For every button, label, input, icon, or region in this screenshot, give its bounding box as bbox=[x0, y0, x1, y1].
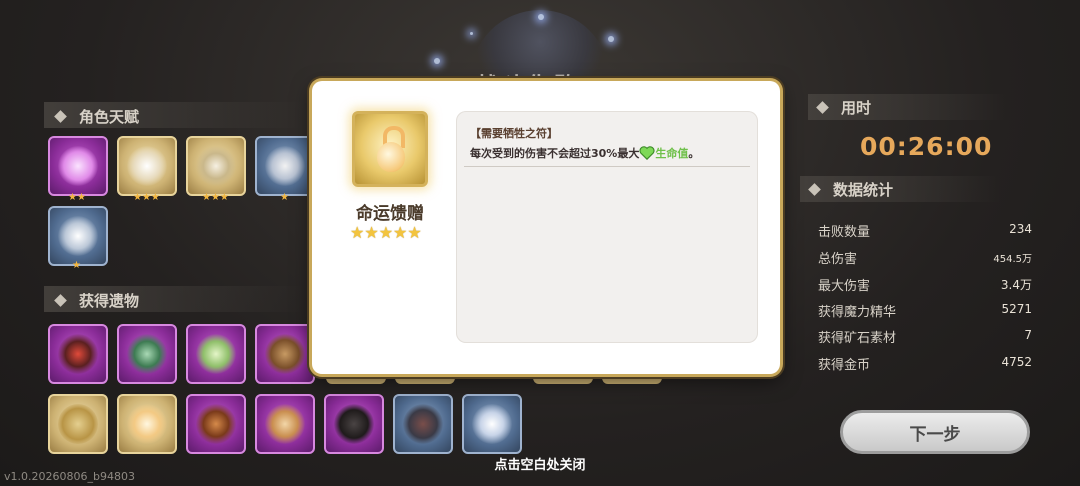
relic-detail-popup: 命运馈赠 ★★★★★ 【需要牺牲之符】 每次受到的伤害不会超过30%最大 生命值。 bbox=[312, 81, 780, 374]
stat-value: 4752 bbox=[1001, 355, 1032, 369]
stat-label: 获得金币 bbox=[818, 358, 871, 373]
talents-header: 角色天赋 bbox=[54, 106, 140, 127]
crescent-blade-icon bbox=[127, 146, 167, 186]
relics-header: 获得遗物 bbox=[54, 290, 140, 311]
next-step-button[interactable]: 下一步 bbox=[840, 410, 1030, 454]
stats-header: 数据统计 bbox=[808, 179, 894, 200]
relic-detail-icon bbox=[352, 111, 428, 187]
sparkle bbox=[434, 58, 440, 64]
stat-value: 454.5万 bbox=[993, 254, 1032, 265]
time-header: 用时 bbox=[816, 97, 872, 118]
relics-title: 获得遗物 bbox=[79, 292, 140, 310]
bread-icon bbox=[265, 404, 305, 444]
stat-label: 总伤害 bbox=[818, 252, 858, 267]
chain-whip-icon bbox=[196, 404, 236, 444]
coconut-icon bbox=[265, 334, 305, 374]
cross-blades-icon bbox=[196, 146, 236, 186]
heart-icon bbox=[639, 146, 655, 160]
close-hint: 点击空白处关闭 bbox=[494, 458, 586, 473]
gourd-icon bbox=[377, 142, 405, 172]
gourd-icon bbox=[127, 404, 167, 444]
talent-stars: ★★★ bbox=[133, 192, 160, 203]
talent-tile[interactable] bbox=[117, 136, 177, 196]
elapsed-time: 00:26:00 bbox=[860, 132, 993, 161]
rune-stone-icon bbox=[403, 404, 443, 444]
feather-blades-icon bbox=[472, 404, 512, 444]
stat-label: 击败数量 bbox=[818, 225, 871, 240]
relic-tile-hidden[interactable] bbox=[533, 374, 593, 384]
hp-keyword: 生命值 bbox=[655, 147, 689, 160]
stat-value: 3.4万 bbox=[1000, 278, 1032, 292]
gold-shield-icon bbox=[58, 404, 98, 444]
relic-name: 命运馈赠 bbox=[356, 204, 424, 224]
talent-tile[interactable] bbox=[186, 136, 246, 196]
sparkle bbox=[608, 36, 614, 42]
relic-tile-hidden[interactable] bbox=[395, 374, 455, 384]
talent-tile[interactable] bbox=[48, 136, 108, 196]
cabbage-icon bbox=[196, 334, 236, 374]
talent-tile[interactable] bbox=[48, 206, 108, 266]
relic-tile[interactable] bbox=[48, 324, 108, 384]
time-label: 用时 bbox=[841, 99, 872, 117]
relic-tile[interactable] bbox=[117, 324, 177, 384]
flame-wing-icon bbox=[58, 146, 98, 186]
talent-stars: ★★★ bbox=[202, 192, 229, 203]
stat-value: 5271 bbox=[1001, 302, 1032, 316]
relic-tile[interactable] bbox=[186, 324, 246, 384]
relic-tile[interactable] bbox=[393, 394, 453, 454]
bubble-beast-icon bbox=[265, 146, 305, 186]
relic-tile[interactable] bbox=[255, 394, 315, 454]
talent-stars: ★★ bbox=[68, 192, 86, 203]
coal-icon bbox=[334, 404, 374, 444]
relic-tile[interactable] bbox=[255, 324, 315, 384]
talent-tile[interactable] bbox=[255, 136, 315, 196]
relic-description: 每次受到的伤害不会超过30%最大 生命值。 bbox=[470, 145, 699, 161]
stat-value: 7 bbox=[1024, 328, 1032, 342]
stat-value: 234 bbox=[1009, 222, 1032, 236]
diamond-icon bbox=[816, 101, 829, 114]
talent-stars: ★ bbox=[72, 260, 81, 271]
stat-label: 获得魔力精华 bbox=[818, 305, 897, 320]
description-text: 每次受到的伤害不会超过30%最大 bbox=[470, 147, 640, 160]
stat-label: 最大伤害 bbox=[818, 279, 871, 294]
horned-helmet-icon bbox=[58, 334, 98, 374]
relic-tile[interactable] bbox=[117, 394, 177, 454]
diamond-icon bbox=[54, 294, 67, 307]
relic-description-box: 【需要牺牲之符】 每次受到的伤害不会超过30%最大 生命值。 bbox=[456, 111, 758, 343]
green-hat-icon bbox=[127, 334, 167, 374]
wind-slash-icon bbox=[58, 216, 98, 256]
relic-tile-hidden[interactable] bbox=[602, 374, 662, 384]
relic-tile-hidden[interactable] bbox=[326, 374, 386, 384]
talents-title: 角色天赋 bbox=[79, 108, 140, 126]
stat-label: 获得矿石素材 bbox=[818, 331, 897, 346]
sparkle bbox=[470, 32, 473, 35]
relic-stars: ★★★★★ bbox=[350, 223, 422, 242]
divider bbox=[464, 166, 750, 167]
relic-tile[interactable] bbox=[324, 394, 384, 454]
diamond-icon bbox=[808, 183, 821, 196]
relic-tile[interactable] bbox=[48, 394, 108, 454]
diamond-icon bbox=[54, 110, 67, 123]
talent-stars: ★ bbox=[280, 192, 289, 203]
stats-title: 数据统计 bbox=[833, 181, 894, 199]
description-suffix: 。 bbox=[688, 147, 700, 160]
relic-tile[interactable] bbox=[186, 394, 246, 454]
relic-tile[interactable] bbox=[462, 394, 522, 454]
version-label: v1.0.20260806_b94803 bbox=[4, 470, 135, 483]
relic-requirement-tag: 【需要牺牲之符】 bbox=[470, 127, 558, 140]
sparkle bbox=[538, 14, 544, 20]
